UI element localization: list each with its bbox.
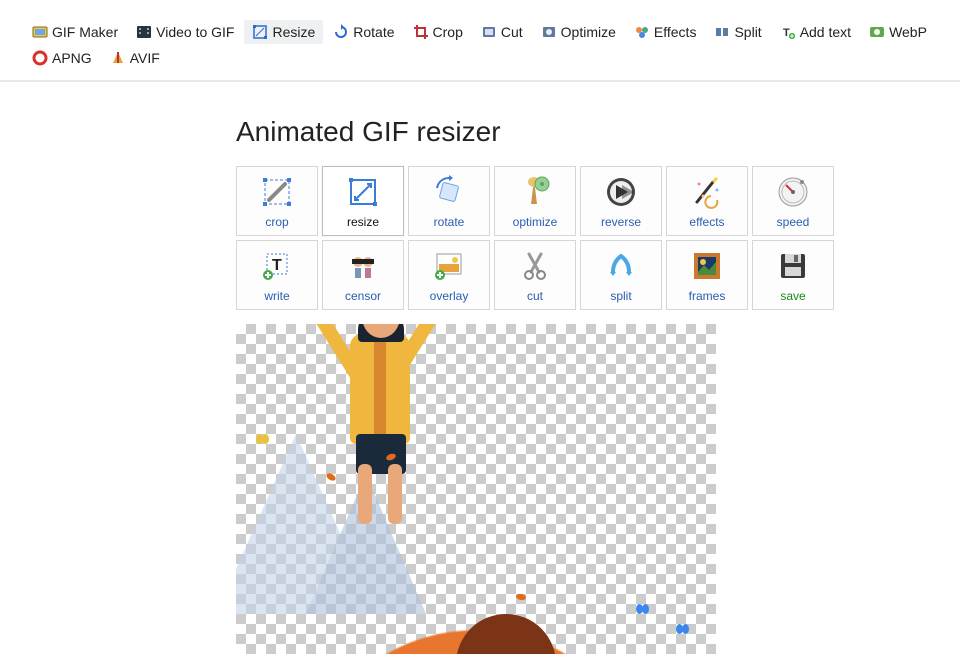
write-icon: T [258,247,296,285]
tool-grid: crop resize rotate optimize reverse effects sp… [236,166,846,310]
artwork-person [296,324,476,514]
tool-label: cut [527,289,543,303]
webp-icon [869,24,885,40]
crop-icon [258,173,296,211]
apng-icon [32,50,48,66]
tool-write[interactable]: Twrite [236,240,318,310]
tool-rotate[interactable]: rotate [408,166,490,236]
nav-label: AVIF [130,50,160,66]
tool-label: crop [265,215,288,229]
page-title: Animated GIF resizer [236,116,960,148]
nav-label: Effects [654,24,697,40]
resize-icon [252,24,268,40]
nav-optimize[interactable]: Optimize [533,20,624,44]
nav-add-text[interactable]: T Add text [772,20,859,44]
tool-label: effects [689,215,724,229]
nav-label: GIF Maker [52,24,118,40]
cut-icon [481,24,497,40]
nav-label: WebP [889,24,927,40]
svg-text:T: T [783,27,790,39]
split-icon [602,247,640,285]
nav-resize[interactable]: Resize [244,20,323,44]
tool-resize[interactable]: resize [322,166,404,236]
nav-cut[interactable]: Cut [473,20,531,44]
nav-label: APNG [52,50,92,66]
speed-icon [774,173,812,211]
effects-icon [634,24,650,40]
nav-video-to-gif[interactable]: Video to GIF [128,20,242,44]
tool-label: speed [777,215,810,229]
tool-censor[interactable]: censor [322,240,404,310]
tool-label: reverse [601,215,641,229]
nav-crop[interactable]: Crop [405,20,471,44]
nav-webp[interactable]: WebP [861,20,935,44]
rotate-icon [430,173,468,211]
nav-label: Rotate [353,24,394,40]
avif-icon [110,50,126,66]
nav-gif-maker[interactable]: GIF Maker [24,20,126,44]
tool-label: frames [689,289,726,303]
crop-icon [413,24,429,40]
resize-icon [344,173,382,211]
reverse-icon [602,173,640,211]
image-preview [236,324,716,654]
nav-split[interactable]: Split [706,20,769,44]
nav-avif[interactable]: AVIF [102,46,168,70]
main-content: Animated GIF resizer crop resize rotate opt… [0,82,960,654]
cut-icon [516,247,554,285]
nav-label: Video to GIF [156,24,234,40]
artwork-butterfly [636,604,648,614]
rotate-icon [333,24,349,40]
nav-label: Optimize [561,24,616,40]
tool-effects[interactable]: effects [666,166,748,236]
tool-label: rotate [434,215,465,229]
video-icon [136,24,152,40]
tool-label: optimize [513,215,558,229]
nav-rotate[interactable]: Rotate [325,20,402,44]
tool-split[interactable]: split [580,240,662,310]
tool-optimize[interactable]: optimize [494,166,576,236]
tool-save[interactable]: save [752,240,834,310]
tool-label: censor [345,289,381,303]
svg-text:T: T [272,257,282,274]
frames-icon [688,247,726,285]
tool-speed[interactable]: speed [752,166,834,236]
artwork-butterfly [676,624,688,634]
top-nav: GIF Maker Video to GIF Resize Rotate Crop Cut… [0,0,960,82]
nav-effects[interactable]: Effects [626,20,705,44]
effects-icon [688,173,726,211]
censor-icon [344,247,382,285]
nav-label: Resize [272,24,315,40]
tool-reverse[interactable]: reverse [580,166,662,236]
overlay-icon [430,247,468,285]
save-icon [774,247,812,285]
nav-label: Split [734,24,761,40]
tool-label: save [780,289,805,303]
optimize-icon [541,24,557,40]
split-icon [714,24,730,40]
tool-frames[interactable]: frames [666,240,748,310]
nav-apng[interactable]: APNG [24,46,100,70]
tool-label: write [264,289,289,303]
tool-label: split [610,289,631,303]
optimize-icon [516,173,554,211]
tool-overlay[interactable]: overlay [408,240,490,310]
tool-cut[interactable]: cut [494,240,576,310]
add-text-icon: T [780,24,796,40]
nav-label: Add text [800,24,851,40]
nav-label: Cut [501,24,523,40]
nav-label: Crop [433,24,463,40]
tool-crop[interactable]: crop [236,166,318,236]
artwork-butterfly [256,434,268,444]
gif-maker-icon [32,24,48,40]
tool-label: resize [347,215,379,229]
tool-label: overlay [430,289,469,303]
